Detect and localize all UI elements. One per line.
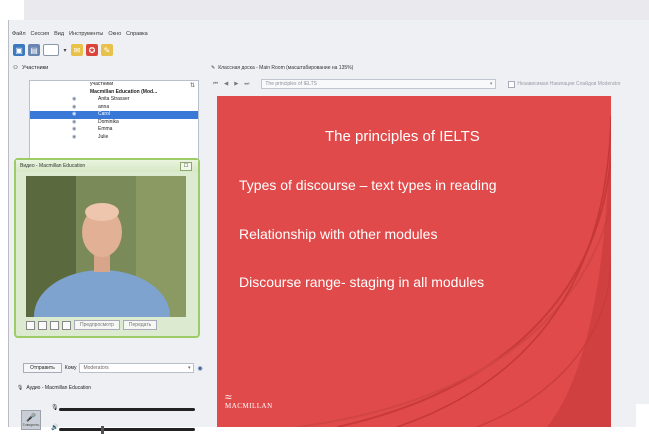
participants-icon: ⚇ bbox=[13, 65, 18, 71]
eye-icon[interactable]: ◉ bbox=[197, 365, 202, 372]
participants-header-row: участники bbox=[30, 81, 198, 89]
help-icon[interactable]: ✪ bbox=[86, 44, 98, 56]
slide-nav-bar: ⏮ ◀ ▶ ⏭ The principles of IELTS Независи… bbox=[205, 78, 649, 90]
menu-window[interactable]: Окно bbox=[108, 31, 121, 37]
chat-send-row: Отправить Кому Moderators ◉ bbox=[23, 363, 203, 373]
send-icon[interactable]: ✉ bbox=[71, 44, 83, 56]
talk-label: Говорить bbox=[22, 422, 40, 427]
menu-bar: Файл Сессия Вид Инструменты Окно Справка bbox=[9, 28, 649, 40]
mic-level-icon: 🎙 bbox=[51, 405, 59, 411]
window-top-strip bbox=[24, 0, 649, 20]
talk-button[interactable]: 🎤 Говорить bbox=[21, 410, 41, 430]
macmillan-logo-text: MACMILLAN bbox=[225, 402, 273, 410]
eye-icon: ◉ bbox=[72, 126, 77, 132]
eye-icon: ◉ bbox=[72, 133, 77, 140]
video-controls: Предпросмотр Передать bbox=[26, 318, 158, 332]
participant-name: Dominika bbox=[98, 118, 119, 125]
slide-title: The principles of IELTS bbox=[325, 128, 480, 145]
independent-nav-checkbox[interactable]: Независимая Навигация Слайдов Moderator bbox=[508, 80, 621, 88]
last-slide-icon[interactable]: ⏭ bbox=[244, 81, 249, 88]
send-button[interactable]: Отправить bbox=[23, 363, 62, 373]
eye-icon: ◉ bbox=[72, 103, 77, 110]
participant-row-selected[interactable]: ◉ Carol bbox=[30, 111, 198, 119]
participant-name: Carol bbox=[98, 111, 110, 117]
slide-bullet-3: Discourse range- staging in all modules bbox=[239, 274, 485, 290]
participant-name: Emma bbox=[98, 126, 113, 132]
speaker-icon: 🔊 bbox=[51, 425, 59, 431]
layout-icon[interactable] bbox=[43, 44, 59, 56]
slide-bullet-2: Relationship with other modules bbox=[239, 226, 438, 242]
microphone-icon: 🎙 bbox=[17, 385, 24, 391]
presentation-slide: The principles of IELTS Types of discour… bbox=[217, 96, 611, 427]
window-corner bbox=[636, 404, 649, 427]
speaker-volume-slider[interactable] bbox=[59, 428, 195, 431]
participants-panel-header: ⚇ Участники bbox=[9, 62, 199, 74]
participant-row[interactable]: ◉ Julie bbox=[30, 134, 198, 142]
participant-name: Julie bbox=[98, 133, 109, 140]
menu-help[interactable]: Справка bbox=[126, 31, 148, 37]
video-size-icon[interactable] bbox=[38, 320, 47, 330]
participant-group-row[interactable]: Macmillan Education (Mod... bbox=[30, 89, 198, 97]
audio-panel-header: 🎙 Аудио - Macmillan Education bbox=[17, 385, 91, 391]
audio-panel-title: Аудио - Macmillan Education bbox=[26, 385, 92, 391]
participant-row[interactable]: ◉ Emma bbox=[30, 126, 198, 134]
menu-file[interactable]: Файл bbox=[12, 31, 26, 37]
first-slide-icon[interactable]: ⏮ bbox=[213, 81, 218, 88]
talk-icon: 🎤 bbox=[26, 413, 36, 422]
eye-icon: ◉ bbox=[72, 111, 77, 117]
video-grid-icon[interactable] bbox=[50, 320, 59, 330]
video-window-titlebar[interactable]: Видео - Macmillan Education bbox=[16, 160, 198, 172]
preview-button[interactable]: Предпросмотр bbox=[74, 320, 120, 330]
participant-row[interactable]: ◉ anna bbox=[30, 104, 198, 112]
print-icon[interactable]: ▤ bbox=[28, 44, 40, 56]
slide-select[interactable]: The principles of IELTS bbox=[261, 79, 497, 89]
video-settings-icon[interactable] bbox=[62, 320, 71, 330]
participants-panel-title: Участники bbox=[21, 65, 49, 71]
eye-icon: ◉ bbox=[72, 118, 77, 125]
participant-name: Anita Strasser bbox=[98, 96, 130, 102]
webcam-video bbox=[26, 176, 186, 317]
to-label: Кому bbox=[64, 365, 77, 371]
menu-view[interactable]: Вид bbox=[54, 31, 64, 37]
dropdown-arrow-icon[interactable]: ▾ bbox=[62, 44, 68, 56]
menu-session[interactable]: Сессия bbox=[31, 31, 50, 37]
mic-level-slider[interactable] bbox=[59, 408, 195, 411]
participants-header-label: участники bbox=[90, 81, 114, 87]
toolbar: ▣ ▤ ▾ ✉ ✪ ✎ bbox=[9, 42, 649, 58]
video-window[interactable]: Видео - Macmillan Education ☐ Предпросмо… bbox=[14, 158, 200, 338]
participant-row[interactable]: ◉ Anita Strasser bbox=[30, 96, 198, 104]
participant-group-label: Macmillan Education (Mod... bbox=[90, 88, 158, 95]
whiteboard-header: ✎ Классная доска - Main Room (масштабиро… bbox=[205, 62, 649, 74]
eye-icon: ◉ bbox=[72, 96, 77, 102]
whiteboard-title: Классная доска - Main Room (масштабирова… bbox=[218, 65, 354, 71]
independent-nav-label: Независимая Навигация Слайдов Moderator bbox=[517, 81, 621, 87]
notes-icon[interactable]: ✎ bbox=[101, 44, 113, 56]
speaker-volume-thumb[interactable] bbox=[101, 426, 104, 434]
participant-name: anna bbox=[98, 103, 110, 110]
next-slide-icon[interactable]: ▶ bbox=[234, 81, 238, 87]
menu-tools[interactable]: Инструменты bbox=[69, 31, 103, 37]
slide-decor-curves bbox=[296, 115, 611, 427]
video-window-title: Видео - Macmillan Education bbox=[20, 163, 86, 169]
save-icon[interactable]: ▣ bbox=[13, 44, 25, 56]
macmillan-logo-mark: ≈ bbox=[225, 390, 232, 404]
webcam-person-image bbox=[26, 176, 186, 317]
slide-bullet-1: Types of discourse – text types in readi… bbox=[239, 177, 497, 193]
transmit-button[interactable]: Передать bbox=[122, 320, 158, 330]
video-layout-icon[interactable] bbox=[26, 320, 35, 330]
checkbox-box[interactable] bbox=[508, 80, 516, 88]
prev-slide-icon[interactable]: ◀ bbox=[224, 81, 228, 87]
participant-row[interactable]: ◉ Dominika bbox=[30, 119, 198, 127]
macmillan-logo: ≈ MACMILLAN bbox=[225, 390, 273, 410]
whiteboard-panel: ✎ Классная доска - Main Room (масштабиро… bbox=[205, 62, 649, 427]
video-window-close-button[interactable]: ☐ bbox=[180, 162, 192, 171]
recipient-select[interactable]: Moderators bbox=[79, 363, 195, 373]
whiteboard-icon: ✎ bbox=[211, 65, 216, 71]
